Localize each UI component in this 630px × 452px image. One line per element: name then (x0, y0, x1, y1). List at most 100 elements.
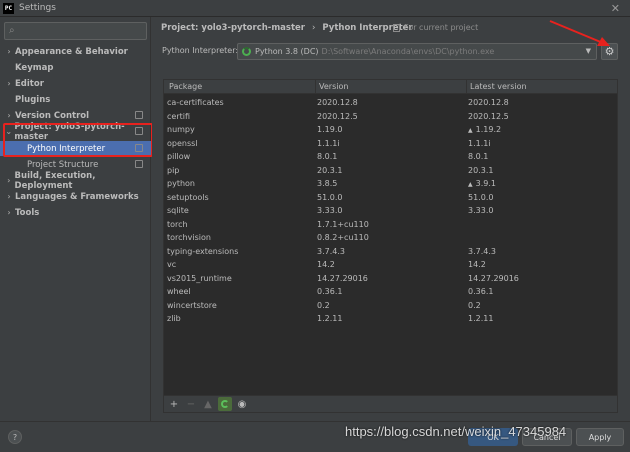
sidebar-item[interactable]: › Appearance & Behavior (0, 44, 151, 59)
package-version: 8.0.1 (317, 152, 337, 161)
package-latest: 1.2.11 (468, 314, 493, 323)
package-name-text: certifi (167, 111, 191, 121)
table-row[interactable]: typing-extensions 3.7.4.3 3.7.4.3 (164, 245, 617, 259)
package-version: 0.36.1 (317, 287, 342, 296)
table-row[interactable]: torchvision 0.8.2+cu110 (164, 231, 617, 245)
table-row[interactable]: sqlite 3.33.0 3.33.0 (164, 204, 617, 218)
minus-icon: − (186, 398, 196, 410)
help-button[interactable]: ? (8, 430, 22, 444)
package-latest-text: 1.19.2 (475, 125, 502, 134)
add-package-button[interactable]: + (167, 397, 181, 411)
package-name-text: openssl (167, 138, 198, 148)
settings-search-input[interactable]: ⌕ (4, 22, 147, 40)
sidebar-item-label: Version Control (15, 110, 90, 121)
show-early-releases-button[interactable]: ◉ (235, 397, 249, 411)
table-row[interactable]: pip 20.3.1 20.3.1 (164, 164, 617, 178)
chevron-down-icon[interactable]: ▼ (586, 47, 591, 55)
column-divider (315, 80, 316, 94)
project-settings-icon (135, 144, 143, 152)
sidebar-item-label: Project Structure (27, 159, 99, 170)
close-icon[interactable]: ✕ (611, 2, 620, 15)
sidebar-item[interactable]: › Tools (0, 205, 151, 220)
package-name: zlib (167, 314, 181, 323)
column-header-version[interactable]: Version (319, 82, 348, 91)
breadcrumb-separator: › (312, 23, 316, 33)
package-name-text: typing-extensions (167, 246, 239, 256)
table-row[interactable]: certifi 2020.12.5 2020.12.5 (164, 110, 617, 124)
package-version-text: 1.19.0 (317, 125, 343, 134)
package-version: 0.8.2+cu110 (317, 233, 369, 242)
table-header: Package Version Latest version (164, 80, 617, 94)
chevron-right-icon: › (7, 79, 11, 88)
package-name: pip (167, 166, 179, 175)
package-version: 3.7.4.3 (317, 247, 345, 256)
upgrade-available-icon: ▲ (468, 181, 473, 188)
table-row[interactable]: openssl 1.1.1i 1.1.1i (164, 137, 617, 151)
package-latest: 2020.12.8 (468, 98, 509, 107)
watermark-text: https://blog.csdn.net/weixin_47345984 (345, 424, 567, 439)
package-name-text: python (167, 179, 195, 188)
package-name-text: zlib (167, 314, 181, 323)
package-name: sqlite (167, 206, 189, 215)
table-row[interactable]: torch 1.7.1+cu110 (164, 218, 617, 232)
sidebar-item[interactable]: › Editor (0, 76, 151, 91)
sidebar-item[interactable]: ⌄ Project: yolo3-pytorch-master (0, 122, 151, 142)
table-row[interactable]: ca-certificates 2020.12.8 2020.12.8 (164, 96, 617, 110)
package-version: 14.2 (317, 260, 335, 269)
refresh-spinner-icon (221, 400, 229, 408)
package-name: torch (167, 220, 188, 229)
chevron-right-icon: › (7, 192, 11, 201)
package-name: typing-extensions (167, 247, 238, 256)
table-row[interactable]: zlib 1.2.11 1.2.11 (164, 312, 617, 326)
apply-button[interactable]: Apply (576, 428, 624, 446)
package-version: 51.0.0 (317, 193, 342, 202)
sidebar-item[interactable]: Python Interpreter (0, 141, 151, 156)
column-header-latest[interactable]: Latest version (470, 82, 527, 91)
package-version: 3.33.0 (317, 206, 342, 215)
package-name-text: vs2015_runtime (167, 273, 232, 283)
sidebar-item-label: Tools (15, 207, 40, 218)
table-row[interactable]: vs2015_runtime 14.27.29016 14.27.29016 (164, 272, 617, 286)
package-name: wheel (167, 287, 191, 296)
sidebar-item[interactable]: Plugins (0, 92, 151, 107)
package-version: 2020.12.8 (317, 98, 358, 107)
package-version: 3.8.5 (317, 179, 337, 188)
table-row[interactable]: wheel 0.36.1 0.36.1 (164, 285, 617, 299)
project-settings-icon (135, 127, 143, 135)
package-name-text: numpy (167, 125, 195, 134)
breadcrumb-project[interactable]: Project: yolo3-pytorch-master (161, 23, 305, 33)
package-name-text: wincertstore (167, 300, 217, 310)
remove-package-button[interactable]: − (184, 397, 198, 411)
package-name-text: sqlite (167, 206, 189, 215)
package-name-text: vc (167, 260, 177, 269)
table-row[interactable]: vc 14.2 14.2 (164, 258, 617, 272)
sidebar-item[interactable]: › Languages & Frameworks (0, 189, 151, 204)
refresh-button[interactable] (218, 397, 232, 411)
package-version-text: 3.8.5 (317, 179, 338, 188)
package-latest: 2020.12.5 (468, 112, 509, 121)
package-version-text: 8.0.1 (317, 152, 338, 161)
package-version-text: 0.8.2+cu110 (317, 233, 369, 242)
table-row[interactable]: numpy 1.19.0 ▲ 1.19.2 (164, 123, 617, 137)
upgrade-package-button[interactable]: ▲ (201, 397, 215, 411)
interpreter-select[interactable]: Python 3.8 (DC) D:\Software\Anaconda\env… (237, 43, 597, 60)
table-row[interactable]: setuptools 51.0.0 51.0.0 (164, 191, 617, 205)
sidebar-item-label: Plugins (15, 94, 51, 105)
chevron-right-icon: › (7, 208, 11, 217)
column-header-package[interactable]: Package (169, 82, 202, 91)
package-name: python (167, 179, 195, 188)
table-row[interactable]: wincertstore 0.2 0.2 (164, 299, 617, 313)
package-latest-text: 3.9.1 (475, 179, 496, 188)
package-latest: 14.2 (468, 260, 486, 269)
interpreter-settings-button[interactable]: ⚙ (601, 43, 618, 60)
package-version-text: 14.27.29016 (317, 273, 368, 283)
package-latest: 20.3.1 (468, 166, 493, 175)
table-row[interactable]: python 3.8.5 ▲ 3.9.1 (164, 177, 617, 191)
package-version: 1.19.0 (317, 125, 342, 134)
table-row[interactable]: pillow 8.0.1 8.0.1 (164, 150, 617, 164)
sidebar-item[interactable]: › Build, Execution, Deployment (0, 171, 151, 191)
package-version: 20.3.1 (317, 166, 342, 175)
package-name-text: pillow (167, 152, 191, 161)
package-latest: 0.36.1 (468, 287, 493, 296)
sidebar-item[interactable]: Keymap (0, 60, 151, 75)
